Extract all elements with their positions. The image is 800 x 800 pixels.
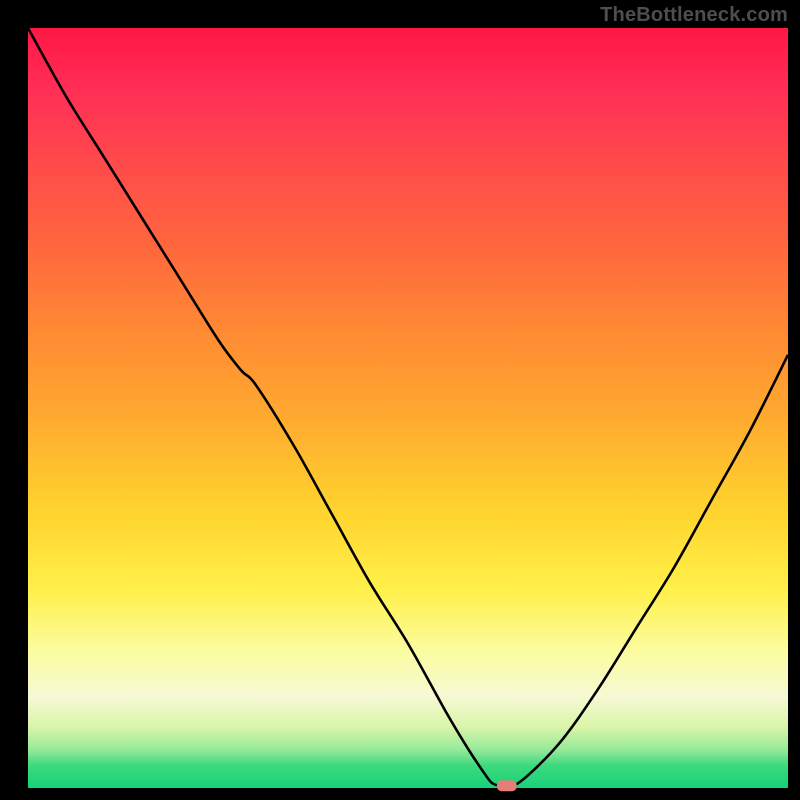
bottleneck-curve-svg: [28, 28, 788, 788]
bottleneck-curve: [28, 28, 788, 786]
chart-container: TheBottleneck.com: [0, 0, 800, 800]
optimal-point-marker: [497, 780, 517, 791]
watermark-label: TheBottleneck.com: [600, 4, 788, 27]
